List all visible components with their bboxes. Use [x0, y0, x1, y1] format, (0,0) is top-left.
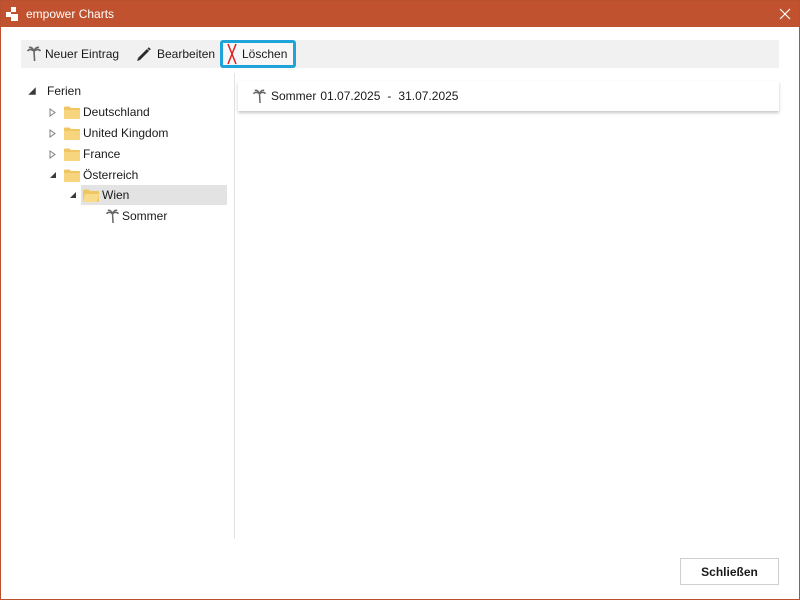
new-entry-label: Neuer Eintrag [45, 47, 120, 61]
entry-card[interactable]: Sommer 01.07.2025 - 31.07.2025 [238, 81, 779, 111]
expanded-arrow-icon [28, 87, 36, 95]
delete-button[interactable]: Löschen [220, 40, 296, 68]
collapsed-arrow-icon [49, 128, 56, 138]
tree-node-country[interactable]: France [49, 144, 120, 164]
entry-date-separator: - [387, 89, 392, 103]
tree-node-label: Deutschland [83, 105, 150, 119]
close-dialog-button[interactable]: Schließen [680, 558, 779, 585]
category-tree: Ferien Deutschland United Kingdom France… [21, 73, 233, 539]
entry-start-date: 01.07.2025 [320, 89, 381, 103]
tree-node-entry[interactable]: Sommer [106, 206, 167, 226]
entry-end-date: 31.07.2025 [398, 89, 459, 103]
tree-node-root[interactable]: Ferien [27, 81, 81, 101]
close-icon [779, 8, 791, 20]
palm-tree-icon [106, 209, 119, 223]
entry-name: Sommer [271, 89, 317, 103]
tree-node-label: United Kingdom [83, 126, 169, 140]
collapsed-arrow-icon [49, 149, 56, 159]
pencil-icon [137, 47, 151, 61]
pane-divider[interactable] [234, 73, 235, 539]
folder-icon [64, 106, 80, 119]
app-window: empower Charts Neuer Eintrag Bearbeiten [0, 0, 800, 600]
toolbar: Neuer Eintrag Bearbeiten Löschen [21, 40, 779, 68]
app-logo-icon [6, 7, 18, 21]
expanded-arrow-icon [70, 192, 76, 198]
new-entry-button[interactable]: Neuer Eintrag [27, 40, 119, 68]
tree-node-label: Sommer [122, 209, 168, 223]
tree-node-label: Wien [102, 188, 130, 202]
tree-node-label: Ferien [47, 84, 82, 98]
tree-node-city[interactable]: Wien [70, 185, 227, 205]
window-close-button[interactable] [771, 1, 799, 27]
tree-node-label: Österreich [83, 168, 139, 182]
window-title: empower Charts [26, 7, 115, 21]
tree-node-country[interactable]: United Kingdom [49, 123, 168, 143]
folder-icon [64, 127, 80, 140]
collapsed-arrow-icon [49, 107, 56, 117]
delete-label: Löschen [242, 47, 288, 61]
tree-node-label: France [83, 147, 121, 161]
palm-tree-icon [27, 46, 41, 62]
title-bar[interactable]: empower Charts [1, 1, 799, 27]
palm-tree-icon [253, 89, 266, 103]
tree-node-country[interactable]: Österreich [49, 165, 138, 185]
edit-button[interactable]: Bearbeiten [135, 40, 215, 68]
folder-icon [64, 169, 80, 182]
edit-label: Bearbeiten [157, 47, 216, 61]
folder-icon [64, 148, 80, 161]
open-folder-icon [83, 189, 99, 202]
tree-node-country[interactable]: Deutschland [49, 102, 150, 122]
delete-x-icon [227, 43, 237, 65]
expanded-arrow-icon [50, 172, 56, 178]
